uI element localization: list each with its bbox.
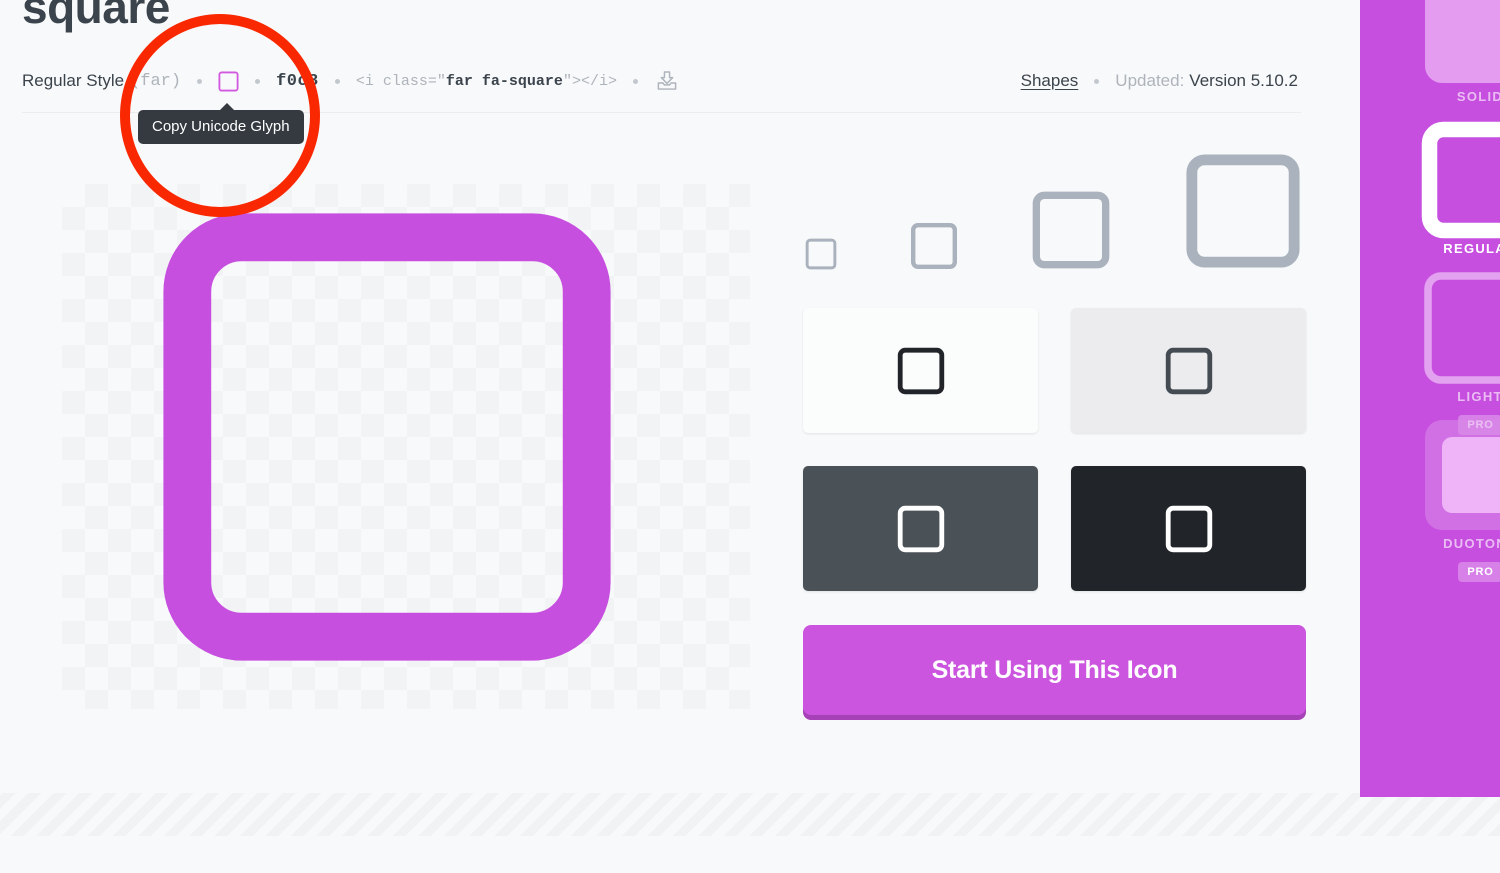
markup-class: far fa-square [445, 72, 563, 90]
square-regular-icon [897, 505, 945, 553]
dot-separator-icon [632, 78, 638, 84]
swatch-slate[interactable] [803, 466, 1038, 591]
size-1x-icon [805, 238, 837, 270]
square-regular-icon [1165, 347, 1213, 395]
pro-badge: PRO [1458, 562, 1500, 582]
icon-detail-page: square Regular Style (far) f0c8 <i class… [0, 0, 1500, 873]
swatch-white[interactable] [803, 308, 1038, 433]
square-duotone-icon [1420, 415, 1500, 535]
dot-separator-icon [197, 78, 203, 84]
active-style-pointer-icon [1338, 145, 1360, 185]
page-title: square [22, 0, 170, 33]
color-swatch-grid [803, 308, 1306, 591]
download-icon[interactable] [654, 68, 680, 94]
style-item-solid[interactable]: SOLID [1420, 0, 1500, 106]
icon-meta-row: Regular Style (far) f0c8 <i class="far f… [22, 64, 680, 98]
style-rail: SOLID REGULAR LIGHT PRO DUOTONE PRO [1338, 0, 1500, 797]
style-item-light[interactable]: LIGHT PRO [1420, 268, 1500, 435]
header-meta-right: Shapes Updated: Version 5.10.2 [1021, 64, 1298, 98]
square-light-icon [1420, 268, 1500, 388]
diagonal-stripe-band [0, 793, 1500, 836]
style-item-duotone[interactable]: DUOTONE PRO [1420, 415, 1500, 582]
updated-version: Version 5.10.2 [1189, 71, 1298, 90]
category-link[interactable]: Shapes [1021, 71, 1079, 91]
swatch-black[interactable] [1071, 466, 1306, 591]
style-label-light: LIGHT [1457, 389, 1500, 404]
dot-separator-icon [255, 78, 261, 84]
markup-suffix: "></i> [562, 72, 617, 90]
style-label-duotone: DUOTONE [1443, 536, 1500, 551]
copy-unicode-glyph-tooltip: Copy Unicode Glyph [138, 103, 304, 144]
size-ramp [803, 140, 1306, 270]
size-3x-icon [1031, 190, 1111, 270]
updated-label: Updated: [1115, 71, 1185, 90]
size-2x-icon [910, 222, 958, 270]
square-regular-icon [162, 212, 612, 662]
square-regular-icon [1420, 120, 1500, 240]
square-regular-icon [1165, 505, 1213, 553]
markup-prefix: <i class=" [355, 72, 446, 90]
style-label-solid: SOLID [1456, 89, 1500, 104]
dot-separator-icon [1094, 78, 1100, 84]
square-regular-glyph-icon[interactable] [218, 70, 239, 92]
unicode-value[interactable]: f0c8 [276, 72, 319, 91]
start-using-this-icon-button[interactable]: Start Using This Icon [803, 625, 1306, 715]
dot-separator-icon [334, 78, 340, 84]
swatch-light-gray[interactable] [1071, 308, 1306, 433]
icon-variations-column: Start Using This Icon [803, 140, 1306, 715]
square-regular-icon [897, 347, 945, 395]
square-solid-icon [1420, 0, 1500, 88]
style-item-regular[interactable]: REGULAR [1420, 120, 1500, 258]
style-label-regular: REGULAR [1443, 241, 1500, 256]
html-markup-snippet[interactable]: <i class="far fa-square"></i> [356, 73, 617, 90]
style-label: Regular Style [22, 71, 125, 90]
style-abbreviation: (far) [130, 71, 182, 91]
size-4x-icon [1184, 152, 1302, 270]
